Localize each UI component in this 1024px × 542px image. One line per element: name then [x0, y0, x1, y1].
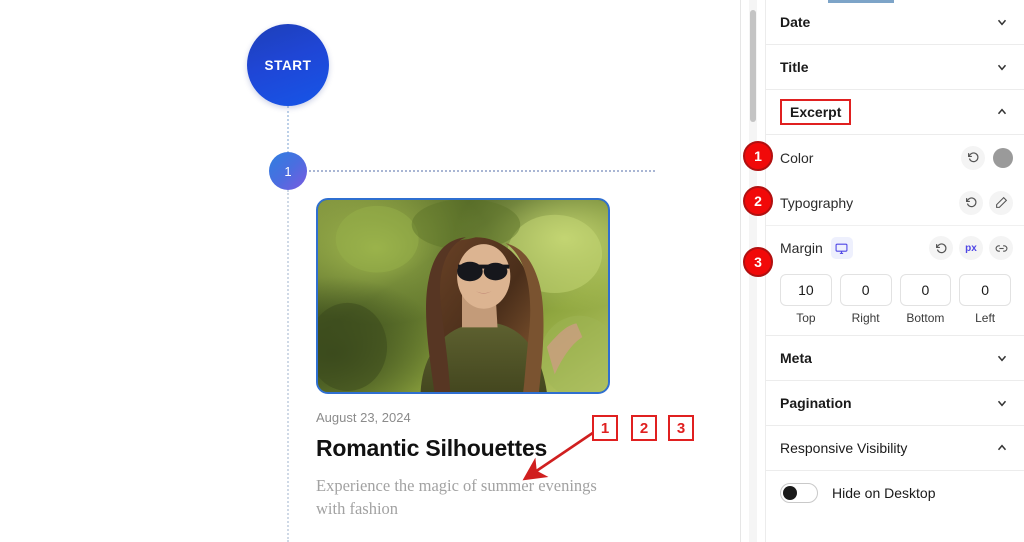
sidebar-panel: Date Title Excerpt Color Typography Marg… — [765, 0, 1024, 542]
margin-input-bottom[interactable]: 0 — [899, 274, 952, 306]
control-row-color: Color — [766, 135, 1024, 180]
timeline-connector-top — [287, 106, 289, 153]
reset-icon-glyph — [935, 242, 946, 253]
margin-field-left: 0 Left — [959, 274, 1011, 325]
chevron-down-icon — [997, 400, 1007, 407]
control-row-margin: Margin px — [766, 225, 1024, 270]
accordion-title-title: Title — [780, 59, 809, 75]
accordion-title-responsive-visibility: Responsive Visibility — [780, 440, 908, 456]
unit-toggle-button[interactable]: px — [959, 236, 983, 260]
control-label-typography: Typography — [780, 194, 854, 211]
hide-on-desktop-row: Hide on Desktop — [766, 471, 1024, 515]
accordion-title-meta: Meta — [780, 350, 812, 366]
timeline-step-node-1[interactable]: 1 — [269, 152, 307, 190]
accordion-section-pagination[interactable]: Pagination — [766, 381, 1024, 426]
desktop-icon[interactable] — [830, 237, 853, 259]
timeline-start-node[interactable]: START — [247, 24, 329, 106]
margin-fields-group: 10 Top 0 Right 0 Bottom 0 Left — [766, 270, 1024, 336]
chevron-down-icon — [997, 19, 1007, 26]
margin-input-right[interactable]: 0 — [839, 274, 892, 306]
sidebar-scrollbar-thumb[interactable] — [750, 10, 756, 122]
margin-field-right: 0 Right — [839, 274, 892, 325]
annotation-square-1: 1 — [592, 415, 618, 441]
link-sides-icon-glyph — [995, 244, 1007, 252]
margin-input-top[interactable]: 10 — [780, 274, 832, 306]
pencil-icon[interactable] — [989, 190, 1013, 215]
accordion-section-responsive-visibility[interactable]: Responsive Visibility — [766, 426, 1024, 471]
toggle-knob — [783, 486, 797, 500]
margin-label-left: Left — [975, 311, 996, 325]
chevron-up-icon — [997, 108, 1007, 115]
accordion-section-meta[interactable]: Meta — [766, 336, 1024, 381]
accordion-title-pagination: Pagination — [780, 395, 852, 411]
hide-on-desktop-label: Hide on Desktop — [832, 485, 936, 501]
post-thumbnail-image — [318, 200, 608, 392]
annotation-badge-3: 3 — [743, 247, 773, 277]
link-sides-icon[interactable] — [989, 236, 1013, 260]
chevron-up-icon — [997, 444, 1007, 451]
accordion-title-excerpt: Excerpt — [780, 99, 852, 125]
reset-icon[interactable] — [929, 236, 953, 260]
timeline-start-label: START — [264, 57, 312, 73]
post-card[interactable]: August 23, 2024 Romantic Silhouettes Exp… — [316, 198, 716, 542]
reset-icon[interactable] — [959, 190, 983, 215]
accordion-section-excerpt[interactable]: Excerpt — [766, 90, 1024, 135]
post-thumbnail[interactable] — [316, 198, 610, 394]
color-swatch[interactable] — [993, 147, 1013, 168]
control-label-margin: Margin — [780, 240, 823, 256]
timeline-connector-bottom — [287, 190, 289, 542]
timeline-step-label: 1 — [284, 163, 292, 179]
control-row-typography: Typography — [766, 180, 1024, 225]
margin-label-right: Right — [851, 311, 880, 325]
margin-field-bottom: 0 Bottom — [899, 274, 952, 325]
annotation-badge-2: 2 — [743, 186, 773, 216]
annotation-square-2: 2 — [631, 415, 657, 441]
annotation-badge-1: 1 — [743, 141, 773, 171]
margin-label-top: Top — [796, 311, 816, 325]
accordion-title-date: Date — [780, 14, 811, 30]
editor-canvas: START 1 August 23, 2024 Romantic Silhoue… — [0, 0, 740, 542]
reset-icon-glyph — [967, 152, 978, 163]
margin-field-top: 10 Top — [780, 274, 832, 325]
reset-icon[interactable] — [961, 145, 985, 170]
hide-on-desktop-toggle[interactable] — [780, 483, 818, 503]
annotation-square-3: 3 — [668, 415, 694, 441]
timeline-horizontal-connector — [305, 170, 655, 172]
chevron-down-icon — [997, 64, 1007, 71]
desktop-icon-glyph — [835, 243, 848, 254]
settings-sidebar: Date Title Excerpt Color Typography Marg… — [740, 0, 1024, 542]
margin-input-left[interactable]: 0 — [959, 274, 1011, 306]
pencil-icon-glyph — [995, 196, 1007, 208]
reset-icon-glyph — [965, 197, 976, 208]
margin-label-bottom: Bottom — [906, 311, 945, 325]
chevron-down-icon — [997, 355, 1007, 362]
app-root: START 1 August 23, 2024 Romantic Silhoue… — [0, 0, 1024, 542]
control-label-color: Color — [780, 149, 814, 166]
post-read-more[interactable]: —— — [316, 535, 716, 542]
accordion-section-date[interactable]: Date — [766, 0, 1024, 45]
accordion-section-title[interactable]: Title — [766, 45, 1024, 90]
